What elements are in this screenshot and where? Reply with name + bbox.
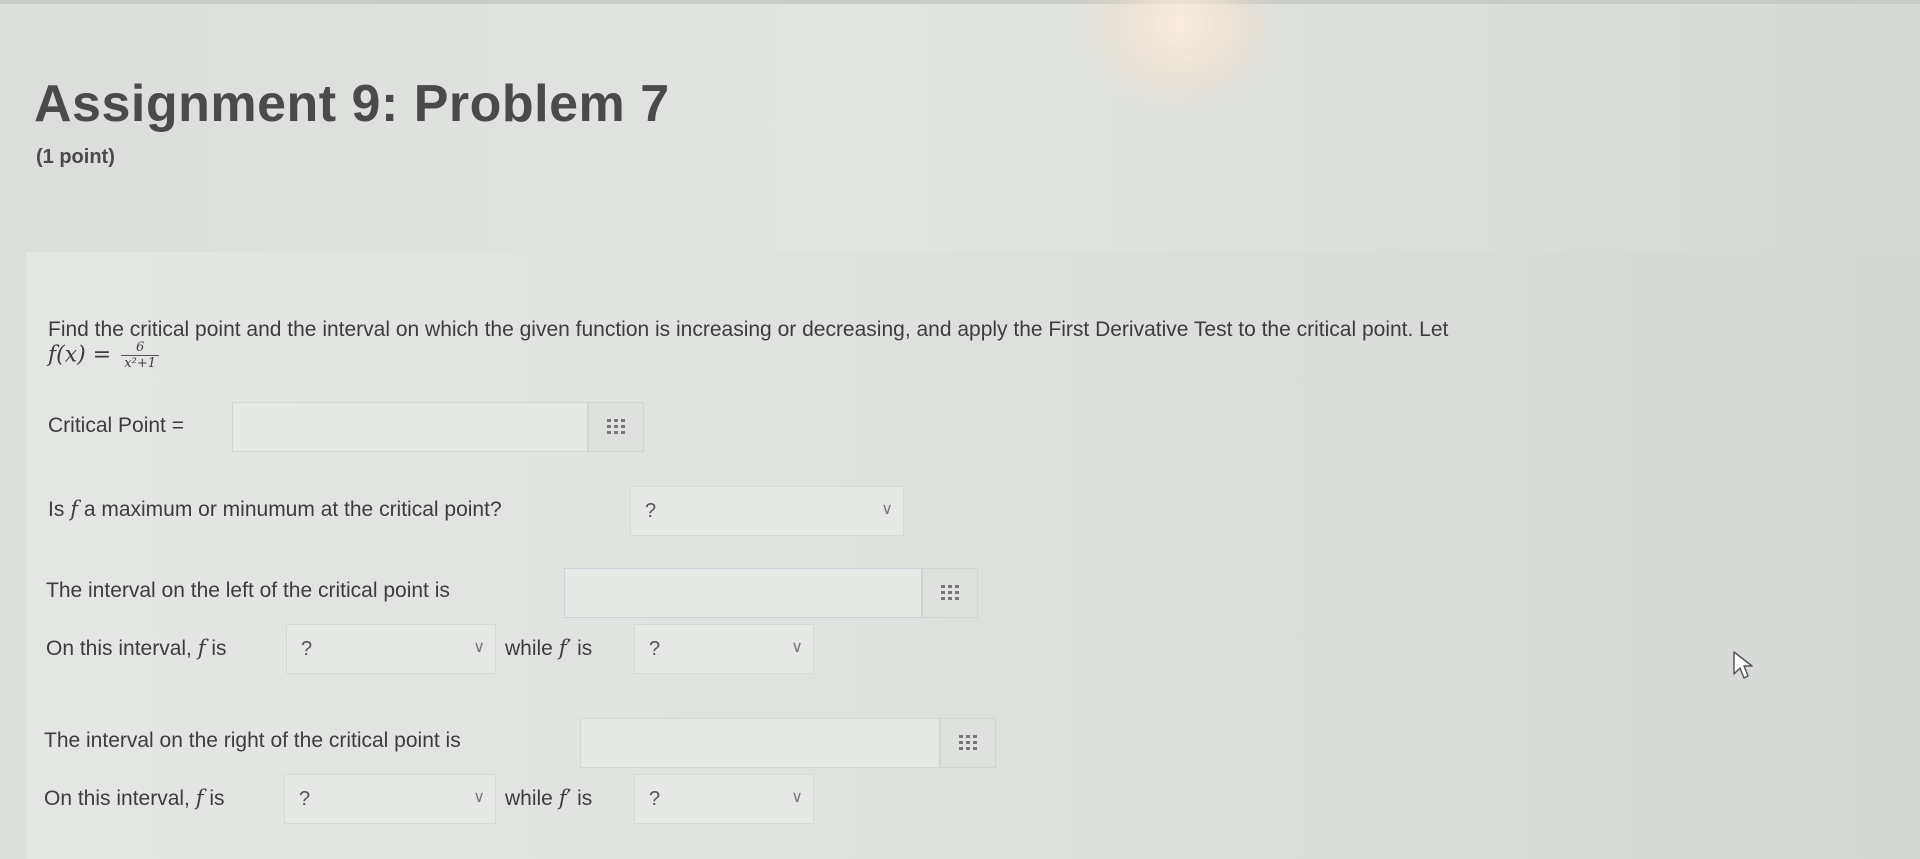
right-fprime-state-selected: ? (649, 788, 661, 810)
chevron-down-icon: ∨ (473, 789, 485, 806)
right-fprime-state-select[interactable]: ? ∨ (634, 774, 814, 824)
right-on-interval-text: On this interval, f is (44, 786, 225, 811)
function-numerator: 6 (121, 340, 159, 356)
right-f-state-select[interactable]: ? ∨ (284, 774, 496, 824)
max-min-select[interactable]: ? ∨ (630, 486, 904, 536)
problem-statement: Find the critical point and the interval… (48, 318, 1449, 341)
f-symbol: f (70, 497, 78, 521)
chevron-down-icon: ∨ (881, 501, 893, 518)
function-definition: f(x) = 6 x²+1 (48, 340, 159, 371)
right-fprime-is-label: is (577, 787, 593, 810)
left-fprime-state-select[interactable]: ? ∨ (634, 624, 814, 674)
matrix-grid-icon (941, 585, 959, 600)
points-label: (1 point) (36, 146, 115, 168)
left-interval-matrix-button[interactable] (922, 568, 978, 618)
right-f-symbol: f (195, 786, 204, 810)
left-f-state-select[interactable]: ? ∨ (286, 624, 496, 674)
chevron-down-icon: ∨ (473, 639, 485, 656)
right-fprime-symbol: f′ (558, 786, 572, 810)
top-divider (0, 0, 1920, 4)
left-on-interval-label: On this interval, (46, 637, 192, 660)
function-lhs: f(x) = (48, 342, 112, 368)
left-interval-input[interactable] (564, 568, 922, 618)
matrix-grid-icon (607, 419, 625, 434)
left-on-interval-text: On this interval, f is (46, 636, 227, 661)
mouse-pointer-icon (1732, 650, 1754, 685)
right-interval-input[interactable] (580, 718, 940, 768)
left-while-text: while f′ is (505, 636, 592, 661)
critical-point-matrix-button[interactable] (588, 402, 644, 452)
page-title: Assignment 9: Problem 7 (34, 75, 670, 133)
function-denominator: x²+1 (124, 356, 156, 371)
chevron-down-icon: ∨ (791, 789, 803, 806)
max-min-question: Is f a maximum or minumum at the critica… (48, 497, 502, 522)
left-while-label: while (505, 637, 553, 660)
left-fprime-state-selected: ? (649, 638, 661, 660)
max-min-suffix: a maximum or minumum at the critical poi… (83, 498, 502, 521)
critical-point-label: Critical Point = (48, 414, 184, 437)
right-interval-label: The interval on the right of the critica… (44, 729, 461, 752)
left-interval-label: The interval on the left of the critical… (46, 579, 450, 602)
left-fprime-is-label: is (577, 637, 593, 660)
right-f-state-selected: ? (299, 788, 311, 810)
right-while-text: while f′ is (505, 786, 592, 811)
right-interval-matrix-button[interactable] (940, 718, 996, 768)
left-fprime-symbol: f′ (558, 636, 572, 660)
matrix-grid-icon (959, 735, 977, 750)
right-on-interval-label: On this interval, (44, 787, 190, 810)
screen-glare (1080, 0, 1280, 110)
max-min-selected: ? (645, 500, 657, 522)
left-f-symbol: f (197, 636, 206, 660)
page: Assignment 9: Problem 7 (1 point) Find t… (0, 0, 1920, 859)
right-is-label: is (209, 787, 225, 810)
critical-point-input[interactable] (232, 402, 588, 452)
function-fraction: 6 x²+1 (121, 340, 159, 371)
max-min-prefix: Is (48, 498, 65, 521)
left-f-state-selected: ? (301, 638, 313, 660)
right-while-label: while (505, 787, 553, 810)
left-is-label: is (211, 637, 227, 660)
chevron-down-icon: ∨ (791, 639, 803, 656)
